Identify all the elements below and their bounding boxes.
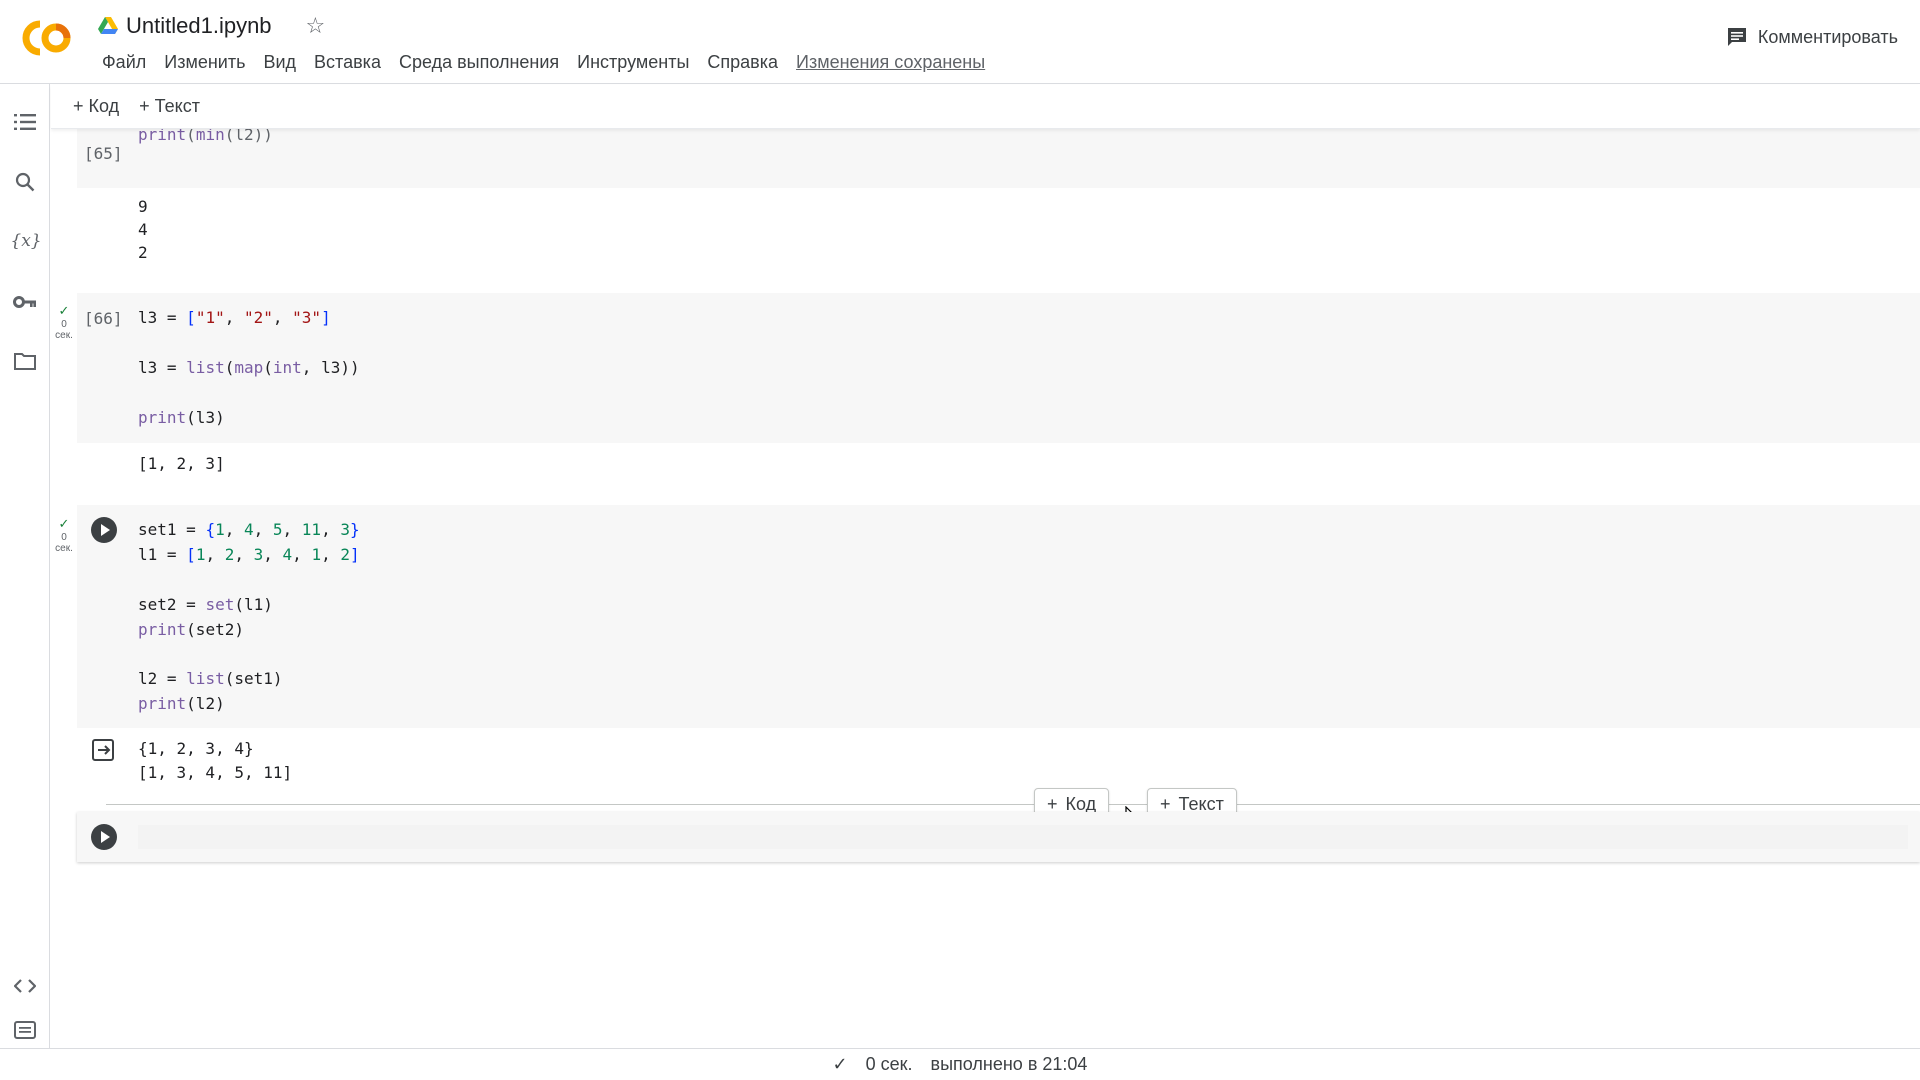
menu-bar: Файл Изменить Вид Вставка Среда выполнен… [93,50,994,75]
check-icon: ✓ [58,516,70,531]
output-line: [1, 2, 3] [138,454,225,473]
code-editor-input[interactable] [138,825,1908,849]
menu-file[interactable]: Файл [93,50,155,75]
code-line: set1 = {1, 4, 5, 11, 3} [138,520,360,539]
terminal-icon[interactable] [13,1018,37,1042]
menu-tools[interactable]: Инструменты [568,50,698,75]
comment-label: Комментировать [1757,26,1898,47]
variables-icon[interactable]: {x} [10,229,41,253]
code-line: print(min(l2)) [138,129,273,144]
saved-status-link[interactable]: Изменения сохранены [787,50,994,75]
status-unit: сек. [55,543,73,555]
menu-view[interactable]: Вид [254,50,305,75]
colab-logo[interactable] [18,18,74,58]
code-cell-65[interactable] [77,129,1920,188]
execution-count: [65] [84,144,123,163]
output-line: {1, 2, 3, 4} [138,739,254,758]
execution-duration: 0 сек. [865,1054,913,1074]
cell-status: ✓ 0 сек. [55,303,73,342]
comment-button[interactable]: Комментировать [1726,26,1898,48]
check-icon: ✓ [832,1054,848,1074]
output-line: 4 [138,220,148,239]
header: Untitled1.ipynb ☆ Файл Изменить Вид Вста… [0,0,1920,84]
status-unit: сек. [55,330,73,342]
status-time: 0 [61,318,67,330]
folder-icon[interactable] [13,349,37,373]
status-time: 0 [61,531,67,543]
insert-divider [106,804,1920,805]
comment-icon [1727,28,1746,46]
menu-help[interactable]: Справка [698,50,787,75]
output-line: 9 [138,197,148,216]
star-icon[interactable]: ☆ [306,15,326,37]
status-footer: ✓ 0 сек. выполнено в 21:04 [0,1048,1920,1080]
menu-list-icon[interactable] [13,110,37,134]
menu-insert[interactable]: Вставка [305,50,390,75]
code-line: print(set2) [138,620,244,639]
notebook-area: print(min(l2)) [65] 9 4 2 ✓ 0 сек. [66] … [51,129,1920,1048]
notebook-toolbar: + Код + Текст [51,85,1920,129]
code-line: l3 = list(map(int, l3)) [138,358,360,377]
run-cell-button[interactable] [91,824,117,850]
left-sidebar: {x} [0,84,50,1048]
key-icon[interactable] [13,290,37,314]
code-line: print(l2) [138,694,225,713]
title-row: Untitled1.ipynb ☆ [98,12,325,40]
output-line: [1, 3, 4, 5, 11] [138,763,293,782]
execution-completed-time[interactable]: выполнено в 21:04 [931,1054,1088,1075]
output-actions-icon[interactable] [92,739,116,761]
code-line: l3 = ["1", "2", "3"] [138,308,331,327]
code-line: print(l3) [138,408,225,427]
code-line: set2 = set(l1) [138,595,273,614]
menu-edit[interactable]: Изменить [155,50,254,75]
add-code-button[interactable]: + Код [73,96,119,117]
search-icon[interactable] [13,170,37,194]
code-snippets-icon[interactable] [13,974,37,998]
check-icon: ✓ [58,303,70,318]
run-cell-button[interactable] [91,517,117,543]
code-line: l2 = list(set1) [138,669,283,688]
add-text-button[interactable]: + Текст [139,96,200,117]
cell-status: ✓ 0 сек. [55,516,73,555]
drive-icon[interactable] [98,17,118,35]
execution-count: [66] [84,309,123,328]
code-line: l1 = [1, 2, 3, 4, 1, 2] [138,545,360,564]
output-line: 2 [138,243,148,262]
menu-runtime[interactable]: Среда выполнения [390,50,568,75]
notebook-title[interactable]: Untitled1.ipynb [126,13,272,39]
